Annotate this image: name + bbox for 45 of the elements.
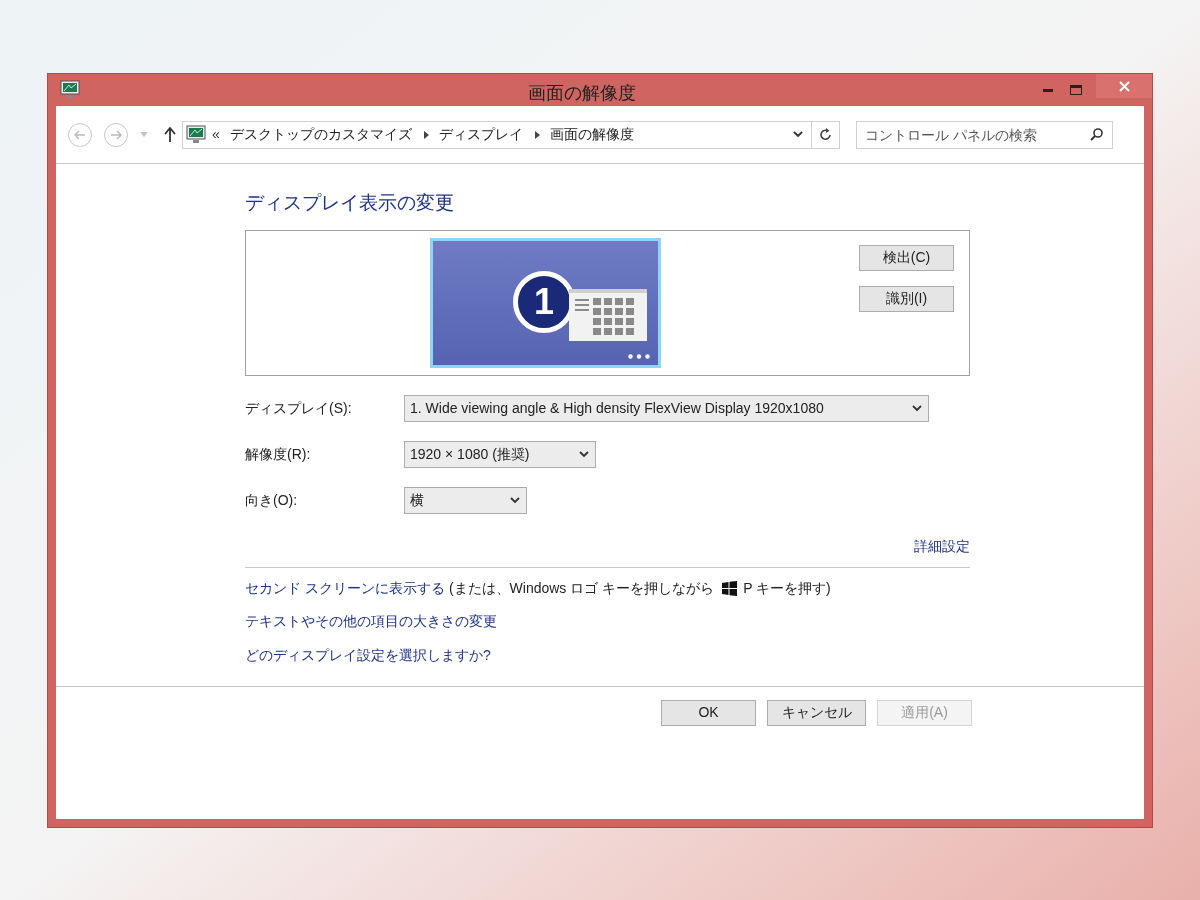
monitor-drawing[interactable]: 1 [430, 237, 661, 368]
close-icon [1118, 80, 1130, 92]
overflow-chevron[interactable]: « [212, 124, 220, 145]
dropdown-caret-icon [912, 404, 922, 412]
setting-label: ディスプレイ(S): [245, 398, 353, 418]
advanced-settings-link[interactable]: 詳細設定 [914, 535, 970, 557]
preview-action-button[interactable]: 識別(I) [859, 285, 954, 312]
dialog-button[interactable]: OK [661, 699, 756, 726]
setting-label: 解像度(R): [245, 444, 312, 464]
setting-label: 向き(O): [245, 490, 299, 510]
second-screen-link[interactable]: セカンド スクリーンに表示する [245, 577, 445, 599]
dropdown-caret-icon[interactable] [793, 131, 803, 138]
dropdown-select[interactable]: 1920 × 1080 (推奨) [404, 440, 596, 468]
dropdown-select[interactable]: 横 [404, 486, 527, 514]
monitor-icon [186, 124, 206, 145]
search-field[interactable]: コントロール パネルの検索 [856, 120, 1113, 149]
maximize-icon [1070, 85, 1082, 95]
forward-arrow-icon [110, 129, 122, 140]
dropdown-caret-icon [510, 496, 520, 504]
dots-icon [628, 353, 650, 359]
dropdown-caret-icon [579, 450, 589, 458]
breadcrumb-item[interactable]: ディスプレイ [438, 124, 523, 145]
up-arrow-icon[interactable] [164, 127, 176, 142]
monitor-icon [60, 80, 80, 100]
minimize-icon [1043, 88, 1053, 92]
settings-link[interactable]: テキストやその他の項目の大きさの変更 [245, 610, 497, 632]
address-bar[interactable]: « デスクトップのカスタマイズ ディスプレイ 画面の解像度 [182, 120, 840, 149]
shortcut-hint: (または、Windows ロゴ キーを押しながら [448, 578, 715, 598]
breadcrumb-arrow-icon[interactable] [423, 130, 429, 139]
section-heading: ディスプレイ表示の変更 [245, 191, 455, 215]
breadcrumb-arrow-icon[interactable] [534, 130, 540, 139]
dropdown-select[interactable]: 1. Wide viewing angle & High density FlexView Display 1920x1080 [404, 394, 929, 422]
search-icon [1090, 127, 1103, 141]
dialog-button[interactable]: キャンセル [767, 699, 866, 726]
close-button[interactable] [1096, 74, 1152, 98]
refresh-icon [819, 128, 832, 141]
app-grid-icon [569, 288, 647, 341]
settings-link[interactable]: どのディスプレイ設定を選択しますか? [245, 644, 491, 666]
window-title: 画面の解像度 [528, 82, 636, 105]
preview-action-button[interactable]: 検出(C) [859, 244, 954, 271]
shortcut-hint: P キーを押す) [743, 578, 831, 598]
breadcrumb-item[interactable]: 画面の解像度 [549, 124, 634, 145]
windows-logo-icon [722, 580, 738, 596]
back-arrow-icon [74, 129, 86, 140]
breadcrumb-item[interactable]: デスクトップのカスタマイズ [229, 124, 412, 145]
